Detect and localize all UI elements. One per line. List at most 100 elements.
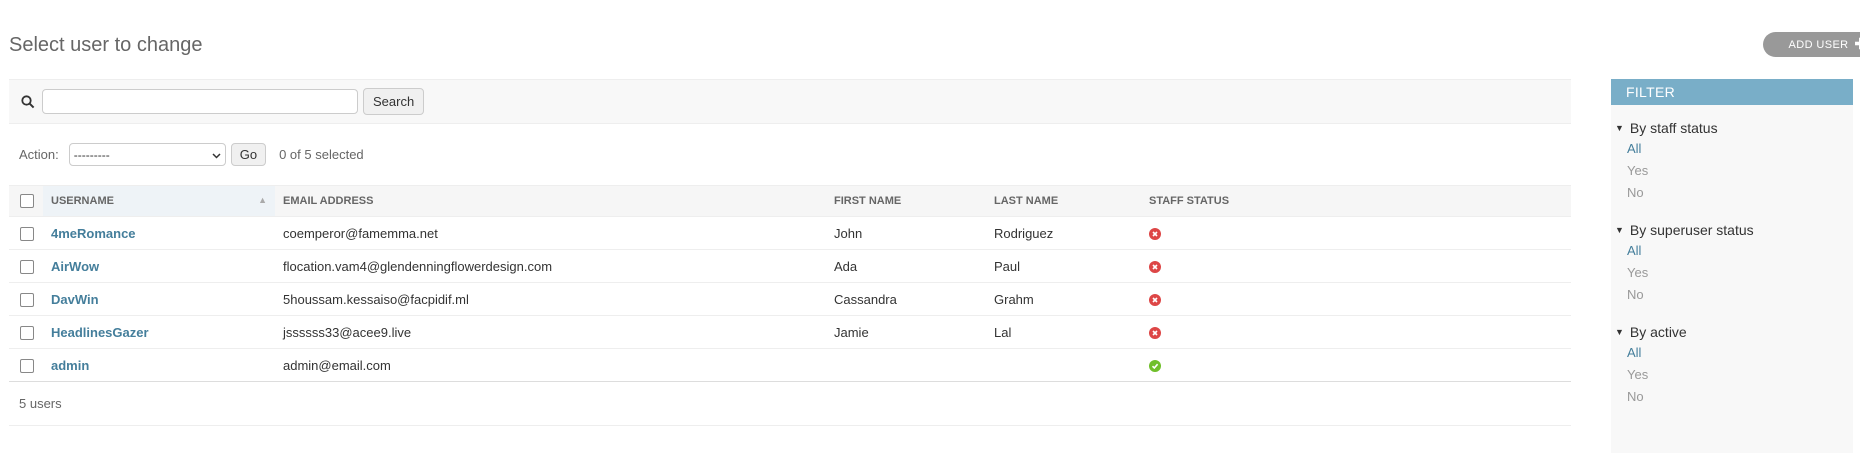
row-select-cell xyxy=(9,315,43,349)
row-select-cell xyxy=(9,348,43,382)
staff-status-cell xyxy=(1141,348,1571,382)
staff-status-cell xyxy=(1141,249,1571,283)
add-user-button[interactable]: ADD USER ✚ xyxy=(1763,32,1860,57)
search-input[interactable] xyxy=(42,89,358,114)
header-email[interactable]: EMAIL ADDRESS xyxy=(275,185,826,217)
row-select-cell xyxy=(9,249,43,283)
email-cell: flocation.vam4@glendenningflowerdesign.c… xyxy=(275,249,826,283)
filter-group-title[interactable]: ▼ By superuser status xyxy=(1615,220,1853,240)
first-name-cell: John xyxy=(826,216,986,250)
chevron-down-icon xyxy=(212,148,221,162)
filter-group-active: ▼ By active All Yes No xyxy=(1611,322,1853,408)
row-select-cell xyxy=(9,282,43,316)
select-all-checkbox[interactable] xyxy=(20,194,34,208)
username-link[interactable]: admin xyxy=(51,358,89,373)
username-cell: 4meRomance xyxy=(43,216,275,250)
row-checkbox[interactable] xyxy=(20,325,34,340)
table-row: AirWow flocation.vam4@glendenningflowerd… xyxy=(9,249,1571,283)
plus-icon: ✚ xyxy=(1855,37,1860,52)
first-name-cell: Cassandra xyxy=(826,282,986,316)
filter-group-title[interactable]: ▼ By staff status xyxy=(1615,118,1853,138)
last-name-cell: Grahm xyxy=(986,282,1141,316)
action-select[interactable]: --------- xyxy=(68,143,226,166)
check-circle-icon xyxy=(1149,359,1161,372)
x-circle-icon xyxy=(1149,227,1161,240)
table-row: 4meRomance coemperor@famemma.net John Ro… xyxy=(9,216,1571,250)
last-name-cell: Paul xyxy=(986,249,1141,283)
first-name-cell: Jamie xyxy=(826,315,986,349)
username-link[interactable]: AirWow xyxy=(51,259,99,274)
email-cell: admin@email.com xyxy=(275,348,826,382)
search-icon xyxy=(19,93,37,111)
page-title: Select user to change xyxy=(9,34,203,56)
filter-header: FILTER xyxy=(1611,79,1853,105)
filter-group-superuser-status: ▼ By superuser status All Yes No xyxy=(1611,220,1853,306)
paginator: 5 users xyxy=(9,382,1571,426)
filter-group-label: By staff status xyxy=(1629,120,1718,136)
row-checkbox[interactable] xyxy=(20,358,34,373)
email-cell: coemperor@famemma.net xyxy=(275,216,826,250)
email-cell: jssssss33@acee9.live xyxy=(275,315,826,349)
search-bar: Search xyxy=(9,79,1571,124)
add-user-label: ADD USER xyxy=(1788,38,1849,51)
first-name-cell: Ada xyxy=(826,249,986,283)
x-circle-icon xyxy=(1149,293,1161,306)
action-selected-option: --------- xyxy=(73,147,110,162)
filter-sidebar: FILTER ▼ By staff status All Yes No ▼ By s… xyxy=(1611,79,1853,453)
filter-group-staff-status: ▼ By staff status All Yes No xyxy=(1611,118,1853,204)
search-button[interactable]: Search xyxy=(363,88,425,115)
actions-bar: Action: --------- Go 0 of 5 selected xyxy=(9,124,1571,185)
username-link[interactable]: 4meRomance xyxy=(51,226,136,241)
username-cell: AirWow xyxy=(43,249,275,283)
users-table: USERNAME ▲ EMAIL ADDRESS FIRST NAME LAST … xyxy=(9,185,1571,382)
filter-group-title[interactable]: ▼ By active xyxy=(1615,322,1853,342)
header-last-name[interactable]: LAST NAME xyxy=(986,185,1141,217)
filter-group-label: By superuser status xyxy=(1629,222,1754,238)
last-name-cell xyxy=(986,348,1141,382)
selected-count: 0 of 5 selected xyxy=(279,147,364,162)
row-select-cell xyxy=(9,216,43,250)
select-all-cell xyxy=(9,185,43,217)
staff-status-cell xyxy=(1141,216,1571,250)
changelist: Search Action: --------- Go 0 of 5 selec… xyxy=(9,79,1571,426)
username-cell: DavWin xyxy=(43,282,275,316)
last-name-cell: Lal xyxy=(986,315,1141,349)
header-first-name[interactable]: FIRST NAME xyxy=(826,185,986,217)
table-row: HeadlinesGazer jssssss33@acee9.live Jami… xyxy=(9,315,1571,349)
sort-ascending-icon[interactable]: ▲ xyxy=(258,195,267,205)
table-row: admin admin@email.com xyxy=(9,348,1571,382)
filter-option-no[interactable]: No xyxy=(1615,182,1853,204)
action-label: Action: xyxy=(19,147,59,162)
first-name-cell xyxy=(826,348,986,382)
x-circle-icon xyxy=(1149,326,1161,339)
filter-option-yes[interactable]: Yes xyxy=(1615,364,1853,386)
triangle-down-icon: ▼ xyxy=(1615,225,1624,235)
row-checkbox[interactable] xyxy=(20,226,34,241)
filter-option-no[interactable]: No xyxy=(1615,386,1853,408)
username-cell: admin xyxy=(43,348,275,382)
x-circle-icon xyxy=(1149,260,1161,273)
staff-status-cell xyxy=(1141,282,1571,316)
filter-option-yes[interactable]: Yes xyxy=(1615,160,1853,182)
triangle-down-icon: ▼ xyxy=(1615,123,1624,133)
email-cell: 5houssam.kessaiso@facpidif.ml xyxy=(275,282,826,316)
filter-option-all[interactable]: All xyxy=(1615,240,1853,262)
username-link[interactable]: HeadlinesGazer xyxy=(51,325,149,340)
header-username-label: USERNAME xyxy=(51,195,114,207)
username-link[interactable]: DavWin xyxy=(51,292,99,307)
row-checkbox[interactable] xyxy=(20,292,34,307)
filter-option-all[interactable]: All xyxy=(1615,342,1853,364)
header-staff-status[interactable]: STAFF STATUS xyxy=(1141,185,1571,217)
filter-group-label: By active xyxy=(1629,324,1687,340)
table-row: DavWin 5houssam.kessaiso@facpidif.ml Cas… xyxy=(9,282,1571,316)
filter-option-no[interactable]: No xyxy=(1615,284,1853,306)
row-checkbox[interactable] xyxy=(20,259,34,274)
filter-option-all[interactable]: All xyxy=(1615,138,1853,160)
staff-status-cell xyxy=(1141,315,1571,349)
go-button[interactable]: Go xyxy=(230,143,267,166)
last-name-cell: Rodriguez xyxy=(986,216,1141,250)
filter-option-yes[interactable]: Yes xyxy=(1615,262,1853,284)
username-cell: HeadlinesGazer xyxy=(43,315,275,349)
triangle-down-icon: ▼ xyxy=(1615,327,1624,337)
header-username[interactable]: USERNAME ▲ xyxy=(43,185,275,217)
